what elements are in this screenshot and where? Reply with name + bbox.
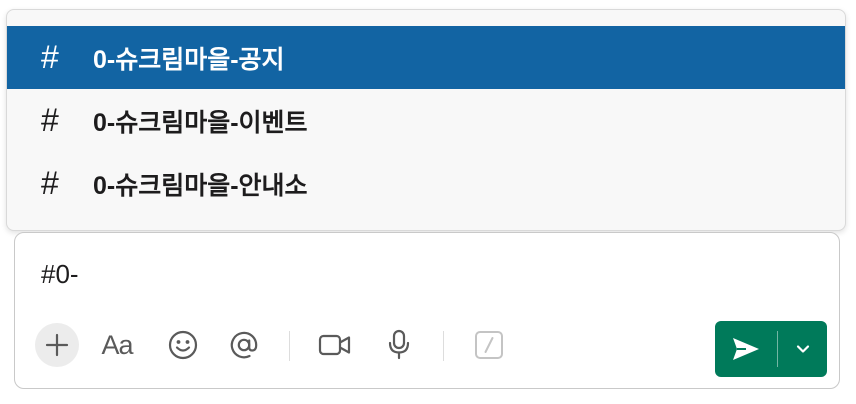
send-options-button[interactable] (778, 321, 827, 377)
plus-icon (45, 333, 69, 357)
emoji-icon (168, 330, 198, 360)
microphone-icon (388, 329, 410, 360)
channel-suggestion-label: 0-슈크림마을-공지 (93, 45, 285, 74)
send-icon (733, 338, 759, 360)
composer-toolbar: Aa (15, 319, 839, 377)
format-button[interactable]: Aa (95, 323, 139, 367)
channel-suggestion-list: # 0-슈크림마을-공지 # 0-슈크림마을-이벤트 # 0-슈크림마을-안내소 (6, 9, 846, 231)
channel-suggestion-label: 0-슈크림마을-이벤트 (93, 108, 308, 137)
slash-command-button[interactable] (467, 323, 511, 367)
mention-button[interactable] (222, 323, 266, 367)
attach-button[interactable] (35, 323, 79, 367)
toolbar-divider (443, 331, 444, 361)
emoji-button[interactable] (161, 323, 205, 367)
send-button[interactable] (715, 321, 777, 377)
hash-icon: # (41, 39, 59, 75)
chevron-down-icon (796, 345, 809, 353)
slash-command-icon (475, 331, 503, 359)
channel-suggestion-item[interactable]: # 0-슈크림마을-안내소 (7, 152, 845, 215)
mention-icon (230, 331, 258, 359)
channel-suggestion-item[interactable]: # 0-슈크림마을-공지 (7, 26, 845, 89)
message-input[interactable]: #0- (41, 259, 79, 290)
hash-icon: # (41, 102, 59, 138)
send-button-group (715, 321, 827, 377)
hash-icon: # (41, 165, 59, 201)
video-icon (318, 334, 351, 356)
audio-clip-button[interactable] (377, 323, 421, 367)
toolbar-divider (289, 331, 290, 361)
channel-suggestion-label: 0-슈크림마을-안내소 (93, 171, 308, 200)
channel-suggestion-item[interactable]: # 0-슈크림마을-이벤트 (7, 89, 845, 152)
composer-box: #0- Aa (14, 232, 840, 389)
video-clip-button[interactable] (313, 323, 357, 367)
format-text-icon: Aa (101, 329, 133, 360)
message-composer-area: # 0-슈크림마을-공지 # 0-슈크림마을-이벤트 # 0-슈크림마을-안내소… (0, 0, 856, 404)
